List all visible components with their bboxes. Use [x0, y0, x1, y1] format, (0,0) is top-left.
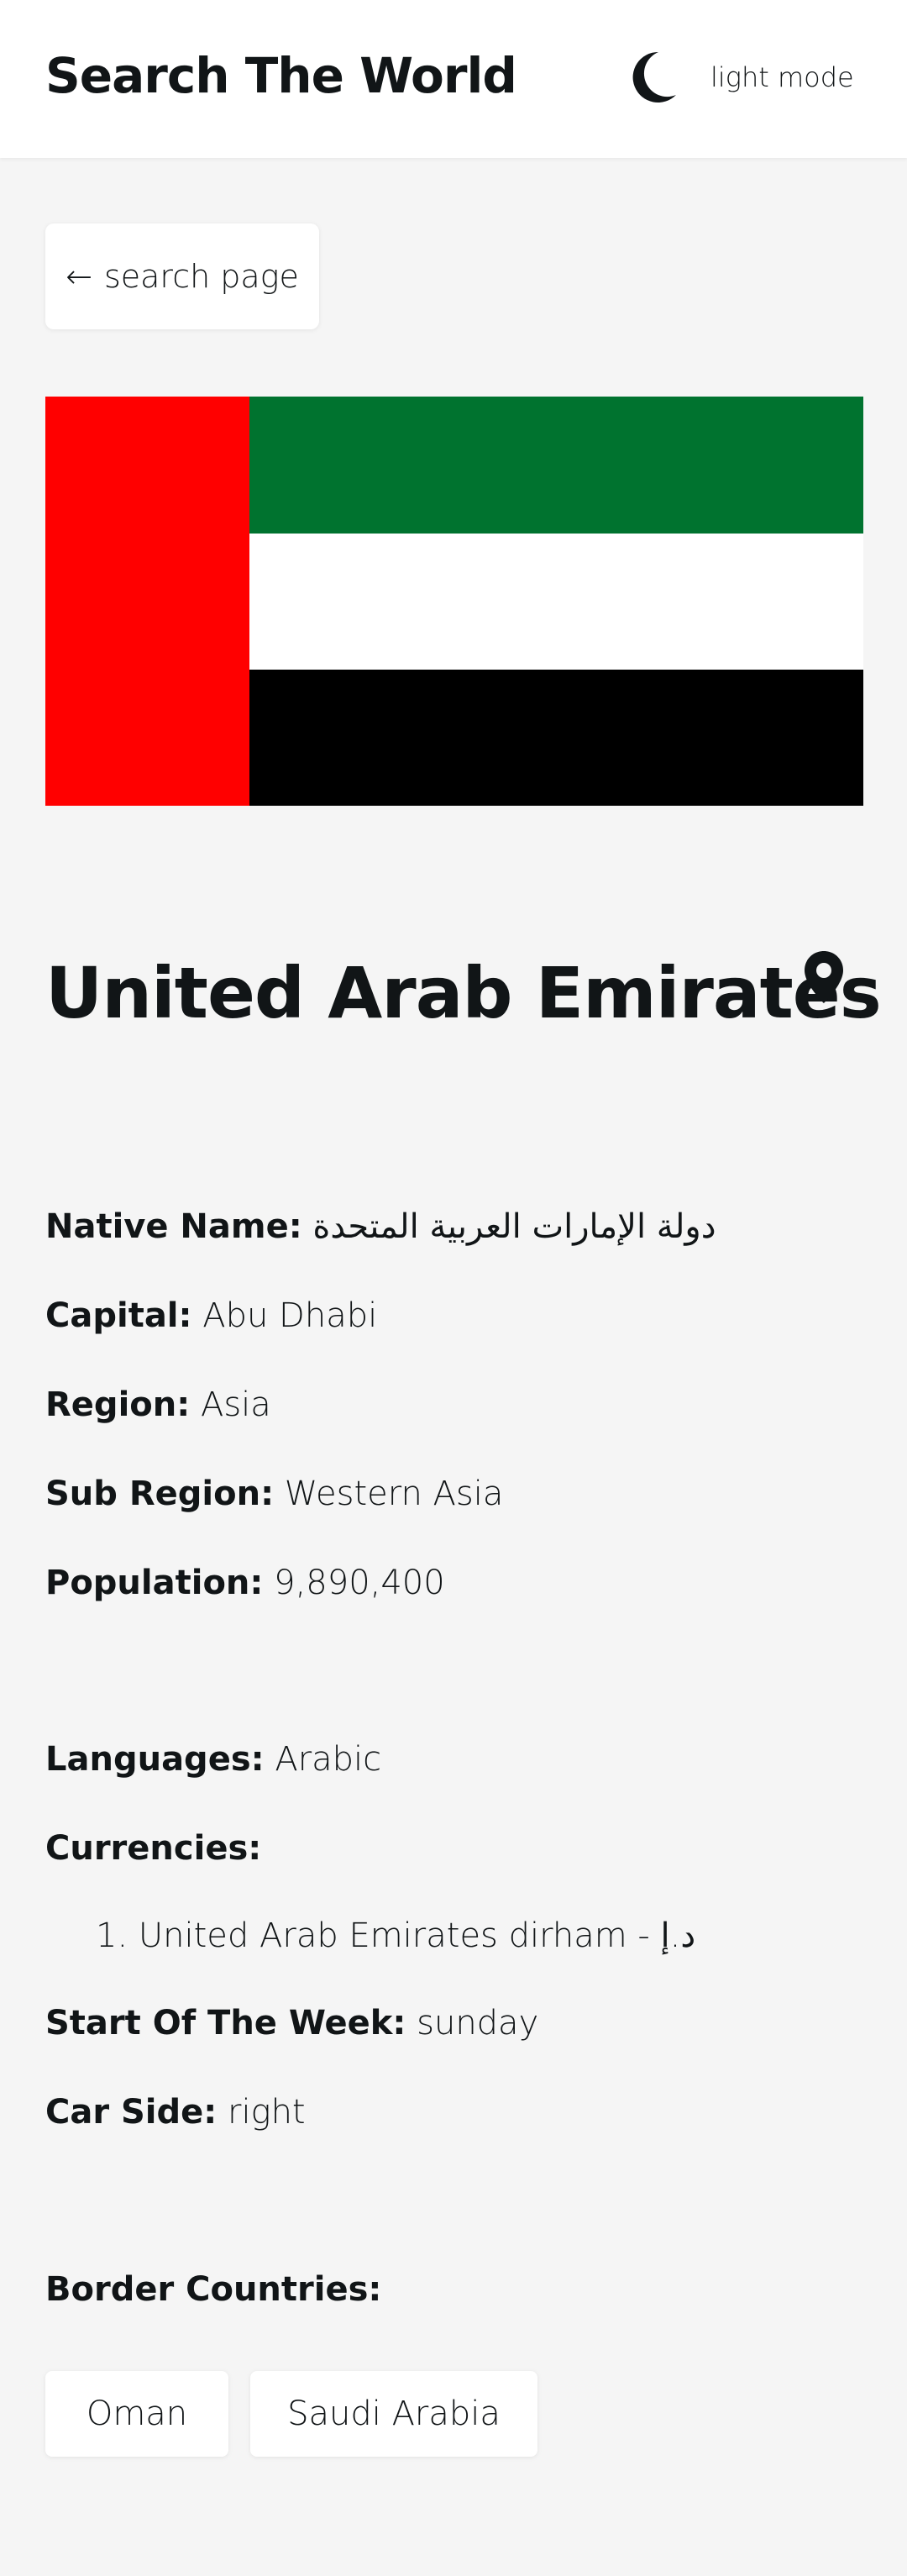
- languages-value: Arabic: [275, 1740, 382, 1779]
- car-side-label: Car Side:: [45, 2093, 218, 2132]
- population-label: Population:: [45, 1564, 264, 1602]
- border-country-button[interactable]: Oman: [45, 2371, 228, 2457]
- sub-region-row: Sub Region: Western Asia: [45, 1470, 503, 1517]
- population-row: Population: 9,890,400: [45, 1559, 445, 1606]
- sub-region-label: Sub Region:: [45, 1475, 275, 1513]
- native-name-row: Native Name: دولة الإمارات العربية المتح…: [45, 1203, 716, 1250]
- car-side-row: Car Side: right: [45, 2089, 306, 2136]
- border-country-button[interactable]: Saudi Arabia: [250, 2371, 537, 2457]
- native-name-value: دولة الإمارات العربية المتحدة: [312, 1207, 716, 1246]
- currencies-label: Currencies:: [45, 1829, 262, 1868]
- arrow-left-icon: ←: [66, 258, 92, 295]
- capital-label: Capital:: [45, 1296, 192, 1335]
- theme-toggle-label: light mode: [710, 61, 854, 93]
- languages-label: Languages:: [45, 1740, 265, 1779]
- start-of-week-value: sunday: [417, 2004, 539, 2042]
- moon-icon: [632, 51, 676, 103]
- sub-region-value: Western Asia: [284, 1475, 504, 1513]
- border-countries-title: Border Countries:: [45, 2270, 382, 2309]
- region-value: Asia: [200, 1385, 271, 1424]
- capital-value: Abu Dhabi: [202, 1296, 378, 1335]
- theme-toggle-button[interactable]: light mode: [630, 45, 854, 109]
- languages-row: Languages: Arabic: [45, 1736, 381, 1783]
- start-of-week-row: Start Of The Week: sunday: [45, 2000, 538, 2047]
- region-row: Region: Asia: [45, 1381, 271, 1428]
- capital-row: Capital: Abu Dhabi: [45, 1292, 377, 1339]
- currency-list-item: 1. United Arab Emirates dirham - د.إ: [96, 1916, 696, 1955]
- map-pin-icon[interactable]: [803, 949, 845, 1005]
- region-label: Region:: [45, 1385, 191, 1424]
- app-header: Search The World light mode: [0, 0, 907, 158]
- country-flag: [45, 397, 863, 806]
- start-of-week-label: Start Of The Week:: [45, 2004, 406, 2042]
- back-to-search-button[interactable]: ← search page: [45, 223, 319, 329]
- population-value: 9,890,400: [274, 1564, 445, 1602]
- car-side-value: right: [228, 2093, 306, 2132]
- back-button-label: search page: [103, 258, 299, 295]
- currencies-row: Currencies:: [45, 1825, 261, 1872]
- country-name: United Arab Emirates: [45, 952, 882, 1034]
- site-title: Search The World: [45, 47, 517, 104]
- native-name-label: Native Name:: [45, 1207, 302, 1246]
